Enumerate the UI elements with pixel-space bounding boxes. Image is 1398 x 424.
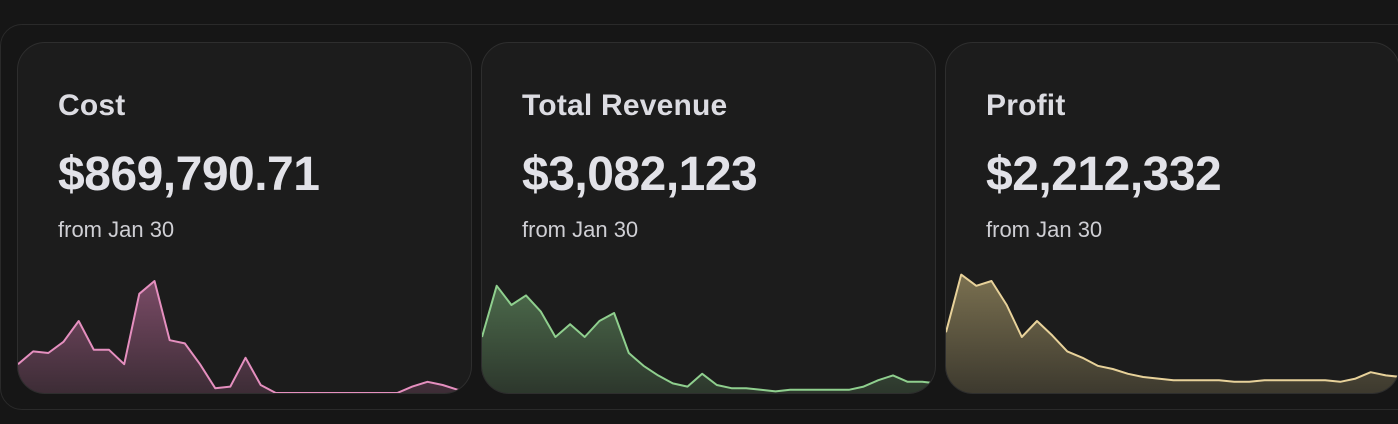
cost-sparkline xyxy=(18,280,471,393)
total-revenue-card: Total Revenue $3,082,123 from Jan 30 xyxy=(481,42,936,394)
profit-card: Profit $2,212,332 from Jan 30 xyxy=(945,42,1398,394)
total-revenue-sparkline xyxy=(482,284,935,393)
sparkline-area xyxy=(482,285,935,393)
card-title: Cost xyxy=(58,89,126,122)
card-value: $3,082,123 xyxy=(522,148,758,201)
card-subtitle: from Jan 30 xyxy=(986,217,1103,242)
card-value: $2,212,332 xyxy=(986,148,1222,201)
cost-card: Cost $869,790.71 from Jan 30 xyxy=(17,42,472,394)
profit-sparkline xyxy=(946,273,1398,393)
sparkline-area xyxy=(946,274,1398,393)
card-title: Total Revenue xyxy=(522,89,728,122)
card-subtitle: from Jan 30 xyxy=(58,217,175,242)
card-title: Profit xyxy=(986,89,1066,122)
card-subtitle: from Jan 30 xyxy=(522,217,639,242)
card-value: $869,790.71 xyxy=(58,148,320,201)
